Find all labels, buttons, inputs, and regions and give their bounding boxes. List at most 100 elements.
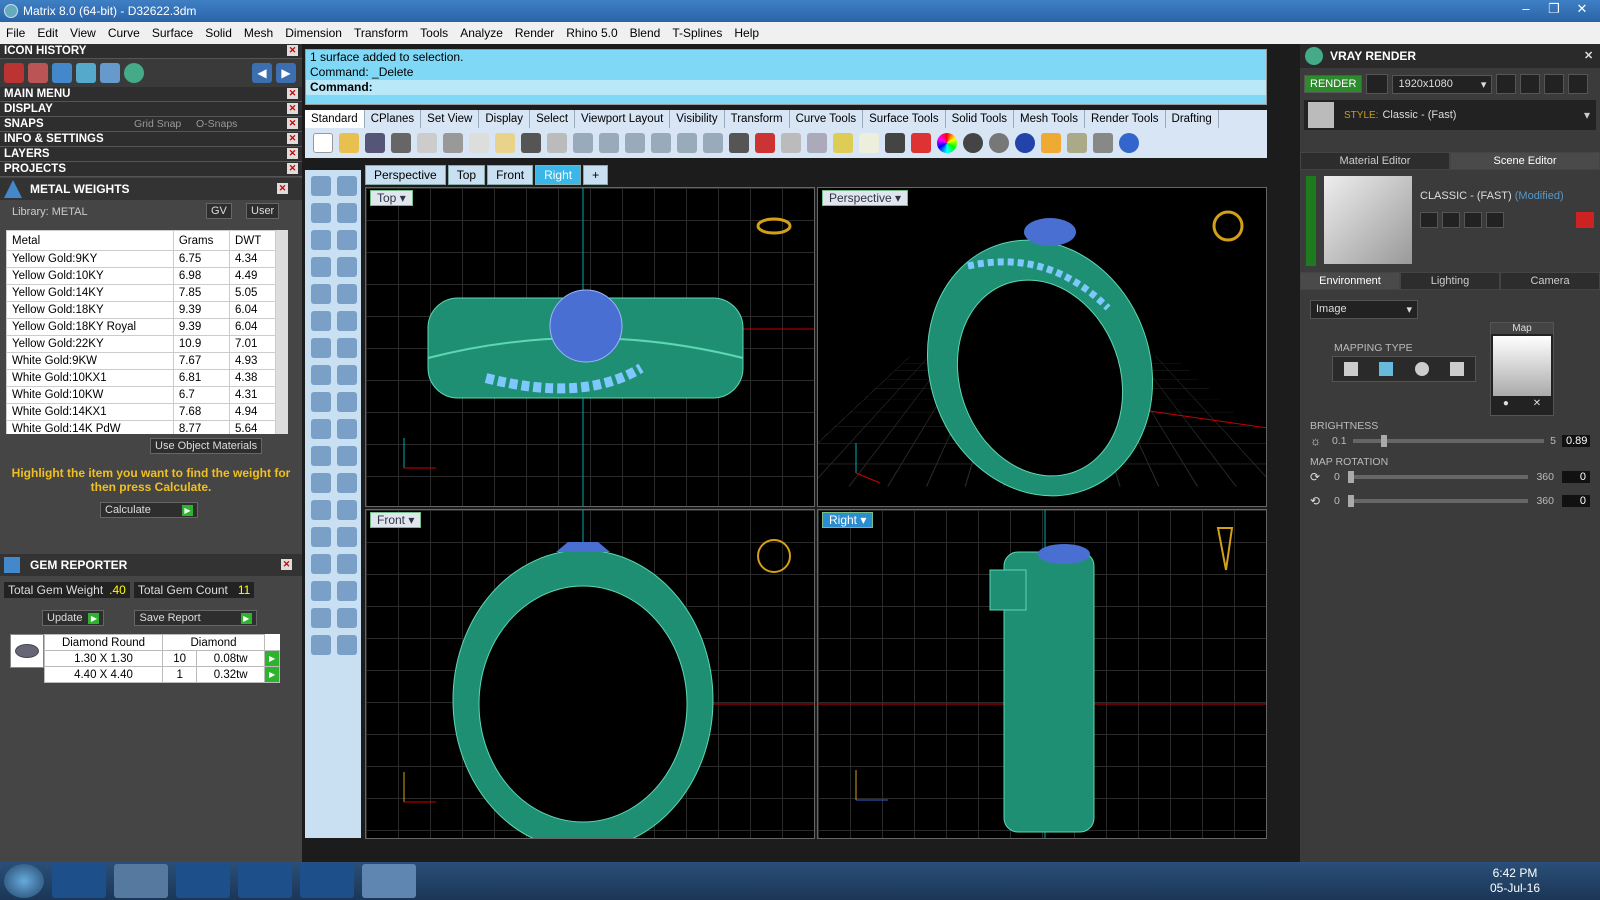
tab-cplanes[interactable]: CPlanes [365, 110, 422, 128]
menu-file[interactable]: File [0, 26, 31, 40]
layers-header[interactable]: LAYERS ✕ [0, 147, 302, 162]
tool-icon[interactable] [311, 257, 331, 277]
metal-row[interactable]: White Gold:10KW 6.7 4.31 [6, 386, 276, 404]
close-icon[interactable]: ✕ [287, 118, 298, 129]
close-icon[interactable]: ✕ [277, 183, 288, 194]
tab-environment[interactable]: Environment [1300, 272, 1400, 290]
viewport-label[interactable]: Front ▾ [370, 512, 422, 528]
metal-row[interactable]: Yellow Gold:18KY 9.39 6.04 [6, 301, 276, 319]
menu-curve[interactable]: Curve [102, 26, 146, 40]
tool-icon[interactable] [337, 635, 357, 655]
add-tab-icon[interactable]: + [583, 165, 609, 185]
cut-icon[interactable] [443, 133, 463, 153]
folder-icon[interactable] [100, 63, 120, 83]
rewind-icon[interactable] [1496, 74, 1517, 94]
folder-icon[interactable] [114, 864, 168, 898]
tool-icon[interactable] [311, 500, 331, 520]
render-button[interactable]: RENDER [1304, 75, 1363, 93]
close-icon[interactable]: ✕ [1568, 0, 1596, 20]
tool-icon[interactable] [337, 527, 357, 547]
tool-icon[interactable] [311, 311, 331, 331]
pan-hand-icon[interactable] [547, 133, 567, 153]
icon-history-header[interactable]: ICON HISTORY ✕ [0, 44, 302, 59]
o-snaps-toggle[interactable]: O-Snaps [196, 118, 237, 130]
tab-mesh-tools[interactable]: Mesh Tools [1014, 110, 1085, 128]
tool-icon[interactable] [337, 392, 357, 412]
tool-icon[interactable] [311, 284, 331, 304]
minimize-icon[interactable]: – [1512, 0, 1540, 20]
tab-camera[interactable]: Camera [1500, 272, 1600, 290]
metal-table-scrollbar[interactable] [276, 230, 288, 434]
viewport-perspective[interactable]: Perspective ▾ [817, 187, 1267, 507]
tool-icon[interactable] [311, 230, 331, 250]
car-outline-icon[interactable] [781, 133, 801, 153]
scene-collapse-handle[interactable] [1306, 176, 1316, 266]
tool-icon[interactable] [337, 419, 357, 439]
metal-row[interactable]: Yellow Gold:10KY 6.98 4.49 [6, 267, 276, 285]
tool-icon[interactable] [311, 635, 331, 655]
chrome-icon[interactable] [238, 864, 292, 898]
tool-icon[interactable] [311, 203, 331, 223]
undo-icon[interactable] [521, 133, 541, 153]
copy-icon[interactable] [469, 133, 489, 153]
close-icon[interactable]: ✕ [287, 148, 298, 159]
tool-icon[interactable] [337, 608, 357, 628]
material-icon[interactable] [911, 133, 931, 153]
viewport-label[interactable]: Right ▾ [822, 512, 874, 528]
close-icon[interactable]: ✕ [281, 559, 292, 570]
col-grams[interactable]: Grams [172, 230, 231, 251]
rotation-slider-horizontal[interactable] [1347, 471, 1529, 483]
menu-mesh[interactable]: Mesh [238, 26, 279, 40]
metal-row[interactable]: White Gold:14KX1 7.68 4.94 [6, 403, 276, 421]
tool-icon[interactable] [311, 608, 331, 628]
menu-analyze[interactable]: Analyze [454, 26, 509, 40]
clock[interactable]: 6:42 PM 05-Jul-16 [1490, 866, 1540, 896]
tool-icon[interactable] [311, 365, 331, 385]
menu-transform[interactable]: Transform [348, 26, 414, 40]
tab-solid-tools[interactable]: Solid Tools [946, 110, 1014, 128]
rotation-value-horizontal[interactable]: 0 [1562, 471, 1590, 483]
restore-icon[interactable]: ❐ [1540, 0, 1568, 20]
reset-icon[interactable] [1576, 212, 1594, 228]
tab-curve-tools[interactable]: Curve Tools [790, 110, 864, 128]
tool-icon[interactable] [311, 554, 331, 574]
tab-display[interactable]: Display [479, 110, 531, 128]
tab-surface-tools[interactable]: Surface Tools [863, 110, 946, 128]
tab-set-view[interactable]: Set View [421, 110, 480, 128]
projects-header[interactable]: PROJECTS ✕ [0, 162, 302, 177]
environment-type-select[interactable]: Image ▾ [1310, 300, 1418, 319]
tool-icon[interactable] [337, 554, 357, 574]
tab-drafting[interactable]: Drafting [1166, 110, 1219, 128]
menu-blend[interactable]: Blend [624, 26, 667, 40]
brightness-slider[interactable] [1352, 435, 1545, 447]
mapping-cube-icon[interactable] [1379, 362, 1394, 376]
zoom-extents-icon[interactable] [651, 133, 671, 153]
tool-icon[interactable] [311, 338, 331, 358]
menu-render[interactable]: Render [509, 26, 560, 40]
list-icon[interactable] [1544, 74, 1565, 94]
tab-material-editor[interactable]: Material Editor [1300, 152, 1450, 170]
tool-icon[interactable] [337, 500, 357, 520]
globe-icon[interactable] [124, 63, 144, 83]
snaps-header[interactable]: SNAPS Grid Snap O-Snaps ✕ [0, 117, 302, 132]
tab-front[interactable]: Front [487, 165, 534, 185]
viewport-label[interactable]: Top ▾ [370, 190, 413, 206]
menu-tsplines[interactable]: T-Splines [666, 26, 728, 40]
slider-knob[interactable] [1347, 495, 1354, 507]
start-icon[interactable] [4, 864, 44, 898]
tab-right[interactable]: Right [535, 165, 582, 185]
color-icon[interactable]: ● [1503, 398, 1509, 409]
gem-row[interactable]: 1.30 X 1.30 10 0.08tw ▶ [44, 650, 281, 667]
circle-icon[interactable] [807, 133, 827, 153]
mapping-screen-icon[interactable] [1450, 362, 1465, 376]
save-icon[interactable] [1420, 212, 1438, 228]
display-header[interactable]: DISPLAY ✕ [0, 102, 302, 117]
open-folder-icon[interactable] [339, 133, 359, 153]
save-report-button[interactable]: Save Report ▶ [134, 610, 257, 626]
save-as-icon[interactable] [1442, 212, 1460, 228]
tool-icon[interactable] [311, 176, 331, 196]
tool-icon[interactable] [311, 392, 331, 412]
print-icon[interactable] [391, 133, 411, 153]
tool-icon[interactable] [76, 63, 96, 83]
brightness-value[interactable]: 0.89 [1562, 435, 1590, 447]
